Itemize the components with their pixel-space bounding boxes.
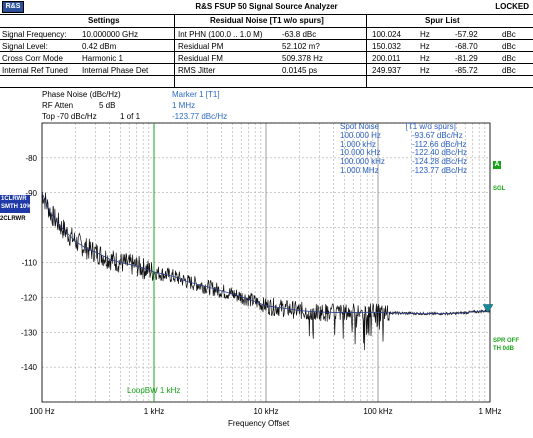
y-tick-label: -110 — [22, 259, 38, 268]
phase-noise-chart: -80-90-110-120-130-140 100 Hz 1 kHz 10 kHz… — [21, 122, 502, 416]
trigger-a-badge: A — [493, 161, 501, 169]
spot-val: -93.67 dBc/Hz — [412, 130, 463, 140]
y-tick-label: -80 — [25, 154, 37, 163]
threshold-indicator: TH 0dB — [493, 346, 514, 352]
x-axis-title: Frequency Offset — [228, 419, 290, 428]
y-tick-labels: -80-90-110-120-130-140 — [21, 154, 38, 372]
x-tick-labels: 100 Hz 1 kHz 10 kHz 100 kHz 1 MHz — [29, 407, 501, 416]
spot-val: -112.66 dBc/Hz — [412, 139, 467, 149]
y-tick-label: -130 — [21, 328, 38, 337]
x-tick-label: 10 kHz — [254, 407, 279, 416]
spot-noise-col1: Spot Noise — [340, 122, 380, 131]
x-tick-label: 1 MHz — [478, 407, 501, 416]
x-tick-label: 100 kHz — [363, 407, 392, 416]
spur-off-indicator: SPR OFF — [493, 338, 520, 344]
spot-noise-row: 1.000 MHz -123.77 dBc/Hz — [340, 165, 468, 176]
trace1-badge[interactable]: 1CLRWR SMTH 10% — [0, 195, 32, 213]
loop-bw-label: LoopBW 1 kHz — [127, 386, 181, 395]
spot-freq: 1.000 MHz — [340, 165, 379, 175]
trace1-mode: 1CLRWR — [1, 196, 27, 202]
spot-noise-col2: [T1 w/o spurs] — [405, 122, 456, 131]
x-tick-label: 100 Hz — [29, 407, 54, 416]
sgl-indicator: SGL — [493, 186, 506, 192]
y-tick-label: -120 — [21, 293, 38, 302]
trace2-badge[interactable]: 2CLRWR — [0, 216, 26, 223]
spot-val: -123.77 dBc/Hz — [412, 165, 468, 175]
y-tick-label: -140 — [21, 363, 38, 372]
trace1-smooth: SMTH 10% — [1, 204, 32, 210]
x-tick-label: 1 kHz — [144, 407, 164, 416]
spot-noise-table: Spot Noise [T1 w/o spurs] 100.000 Hz -93.… — [340, 122, 468, 176]
spot-val: -122.40 dBc/Hz — [412, 148, 468, 158]
spot-val: -124.28 dBc/Hz — [412, 157, 468, 167]
